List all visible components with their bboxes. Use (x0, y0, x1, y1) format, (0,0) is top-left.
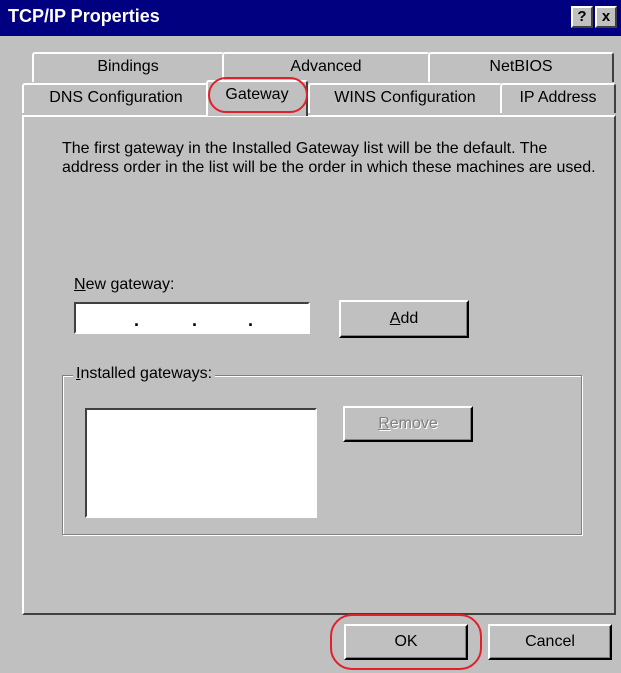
gateway-tab-panel: The first gateway in the Installed Gatew… (22, 115, 616, 615)
cancel-button[interactable]: Cancel (488, 624, 612, 660)
ok-button[interactable]: OK (344, 624, 468, 660)
new-gateway-ip-input[interactable]: . . . (74, 302, 310, 334)
gateway-description: The first gateway in the Installed Gatew… (62, 140, 596, 176)
tab-advanced[interactable]: Advanced (222, 52, 430, 82)
remove-button-label: emove (389, 415, 438, 432)
tab-dns-configuration[interactable]: DNS Configuration (22, 83, 210, 113)
title-bar[interactable]: TCP/IP Properties ? x (0, 0, 621, 36)
tcpip-properties-dialog: TCP/IP Properties ? x Bindings Advanced … (0, 0, 621, 673)
help-button[interactable]: ? (571, 6, 593, 28)
installed-gateways-list[interactable] (85, 408, 317, 518)
add-button-label: dd (400, 310, 419, 327)
installed-gateways-label: Installed gateways: (73, 365, 216, 383)
installed-gateways-group: Installed gateways: Remove (62, 365, 582, 535)
new-gateway-label-text: ew gateway: (85, 276, 175, 293)
add-button-mnemonic: A (389, 310, 401, 327)
tab-gateway[interactable]: Gateway (206, 80, 308, 116)
remove-button-mnemonic: R (378, 415, 390, 432)
remove-button[interactable]: Remove (343, 406, 473, 442)
ip-dot-separator: . (192, 310, 198, 330)
close-button[interactable]: x (595, 6, 617, 28)
ip-dot-separator: . (248, 310, 254, 330)
new-gateway-label-mnemonic: N (74, 276, 86, 293)
new-gateway-label: New gateway: (74, 276, 175, 294)
installed-gateways-text: nstalled gateways: (80, 365, 213, 382)
tab-bindings[interactable]: Bindings (32, 52, 224, 82)
tab-netbios[interactable]: NetBIOS (428, 52, 614, 82)
ip-dot-separator: . (134, 310, 140, 330)
tab-wins-configuration[interactable]: WINS Configuration (308, 83, 502, 113)
tab-ip-address[interactable]: IP Address (500, 83, 616, 113)
window-title: TCP/IP Properties (8, 6, 160, 26)
add-button[interactable]: Add (339, 300, 469, 338)
